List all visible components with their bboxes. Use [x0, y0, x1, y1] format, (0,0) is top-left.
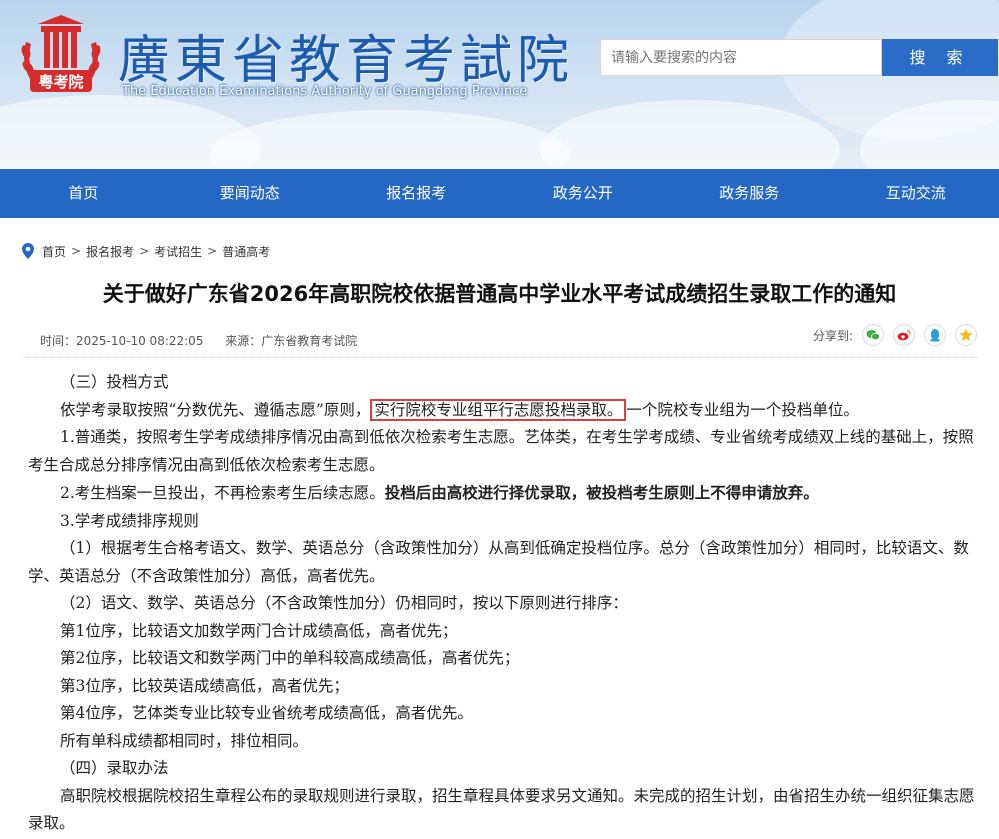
cloud-decoration	[540, 100, 840, 169]
page-title: 关于做好广东省2026年高职院校依据普通高中学业水平考试成绩招生录取工作的通知	[102, 282, 897, 306]
site-title-en: The Education Examinations Authority of …	[122, 84, 528, 99]
paragraph: （三）投档方式	[60, 373, 169, 391]
qq-icon	[930, 329, 940, 342]
weibo-icon	[897, 329, 911, 341]
search-input[interactable]	[600, 39, 882, 76]
article-body: （三）投档方式 依学考录取按照“分数优先、遵循志愿”原则， 实行院校专业组平行志愿…	[28, 369, 978, 838]
breadcrumb-item[interactable]: 报名报考	[86, 243, 134, 260]
paragraph: 第4位序，艺体类专业比较专业省统考成绩高低，高者优先。	[60, 704, 473, 722]
cloud-decoration	[210, 110, 570, 169]
svg-text:粤考院: 粤考院	[38, 73, 83, 91]
paragraph: 1.普通类，按照考生学考成绩排序情况由高到低依次检索考生志愿。艺体类，在考生学考…	[28, 428, 974, 474]
share-weibo-button[interactable]	[893, 324, 915, 346]
paragraph: 2.考生档案一旦投出，不再检索考生后续志愿。投档后由高校进行择优录取，被投档考生…	[28, 479, 978, 508]
paragraph: 依学考录取按照“分数优先、遵循志愿”原则， 实行院校专业组平行志愿投档录取。 一个院…	[28, 397, 978, 425]
site-logo[interactable]: 粤考院	[18, 12, 104, 104]
paragraph-text: 依学考录取按照“分数优先、遵循志愿”原则，	[60, 400, 371, 419]
breadcrumb-item[interactable]: 考试招生	[154, 243, 202, 260]
site-header: 粤考院 廣東省教育考試院 The Education Examinations …	[0, 0, 999, 169]
breadcrumb-separator: >	[207, 244, 218, 258]
breadcrumb: 首页 > 报名报考 > 考试招生 > 普通高考	[22, 242, 270, 260]
breadcrumb-item[interactable]: 普通高考	[222, 243, 270, 260]
nav-item-news[interactable]: 要闻动态	[167, 169, 334, 218]
article-source: 来源：广东省教育考试院	[225, 334, 358, 348]
highlighted-text: 实行院校专业组平行志愿投档录取。	[370, 398, 627, 421]
paragraph: （2）语文、数学、英语总分（不含政策性加分）仍相同时，按以下原则进行排序：	[60, 594, 628, 612]
nav-item-interaction[interactable]: 互动交流	[833, 169, 999, 218]
wechat-icon	[866, 330, 880, 341]
breadcrumb-separator: >	[139, 244, 150, 258]
paragraph: （四）录取办法	[60, 759, 169, 777]
paragraph: 所有单科成绩都相同时，排位相同。	[60, 731, 309, 750]
search-button[interactable]: 搜 索	[882, 39, 998, 76]
share-bar: 分享到:	[813, 324, 977, 346]
paragraph: 第3位序，比较英语成绩高低，高者优先；	[60, 676, 349, 695]
paragraph: 第2位序，比较语文和数学两门中的单科较高成绩高低，高者优先；	[60, 649, 520, 667]
nav-item-gov-services[interactable]: 政务服务	[666, 169, 833, 218]
paragraph-text: 2.考生档案一旦投出，不再检索考生后续志愿。	[60, 484, 385, 502]
share-wechat-button[interactable]	[862, 324, 884, 346]
breadcrumb-item[interactable]: 首页	[42, 243, 66, 260]
nav-item-gov-affairs[interactable]: 政务公开	[500, 169, 667, 218]
paragraph-text: 一个院校专业组为一个投档单位。	[626, 400, 859, 419]
publish-time: 时间：2025-10-10 08:22:05	[40, 334, 204, 348]
bold-text: 投档后由高校进行择优录取，被投档考生原则上不得申请放弃。	[384, 483, 819, 502]
nav-item-registration[interactable]: 报名报考	[333, 169, 500, 218]
paragraph: 第1位序，比较语文加数学两门合计成绩高低，高者优先；	[60, 621, 458, 640]
article-meta: 时间：2025-10-10 08:22:05 来源：广东省教育考试院	[40, 332, 375, 349]
site-title-cn: 廣東省教育考試院	[118, 31, 575, 91]
qzone-icon	[959, 328, 973, 341]
paragraph: 高职院校根据院校招生章程公布的录取规则进行录取，招生章程具体要求另文通知。未完成…	[28, 786, 975, 833]
share-label: 分享到:	[812, 328, 853, 343]
breadcrumb-separator: >	[71, 244, 82, 258]
main-nav: 首页 要闻动态 报名报考 政务公开 政务服务 互动交流	[0, 169, 999, 218]
nav-item-home[interactable]: 首页	[0, 169, 167, 218]
meta-divider	[22, 357, 977, 358]
location-pin-icon	[22, 243, 34, 259]
paragraph: 3.学考成绩排序规则	[60, 511, 199, 530]
share-qq-button[interactable]	[924, 324, 946, 346]
share-qzone-button[interactable]	[955, 324, 977, 346]
paragraph: （1）根据考生合格考语文、数学、英语总分（含政策性加分）从高到低确定投档位序。总…	[28, 539, 969, 585]
